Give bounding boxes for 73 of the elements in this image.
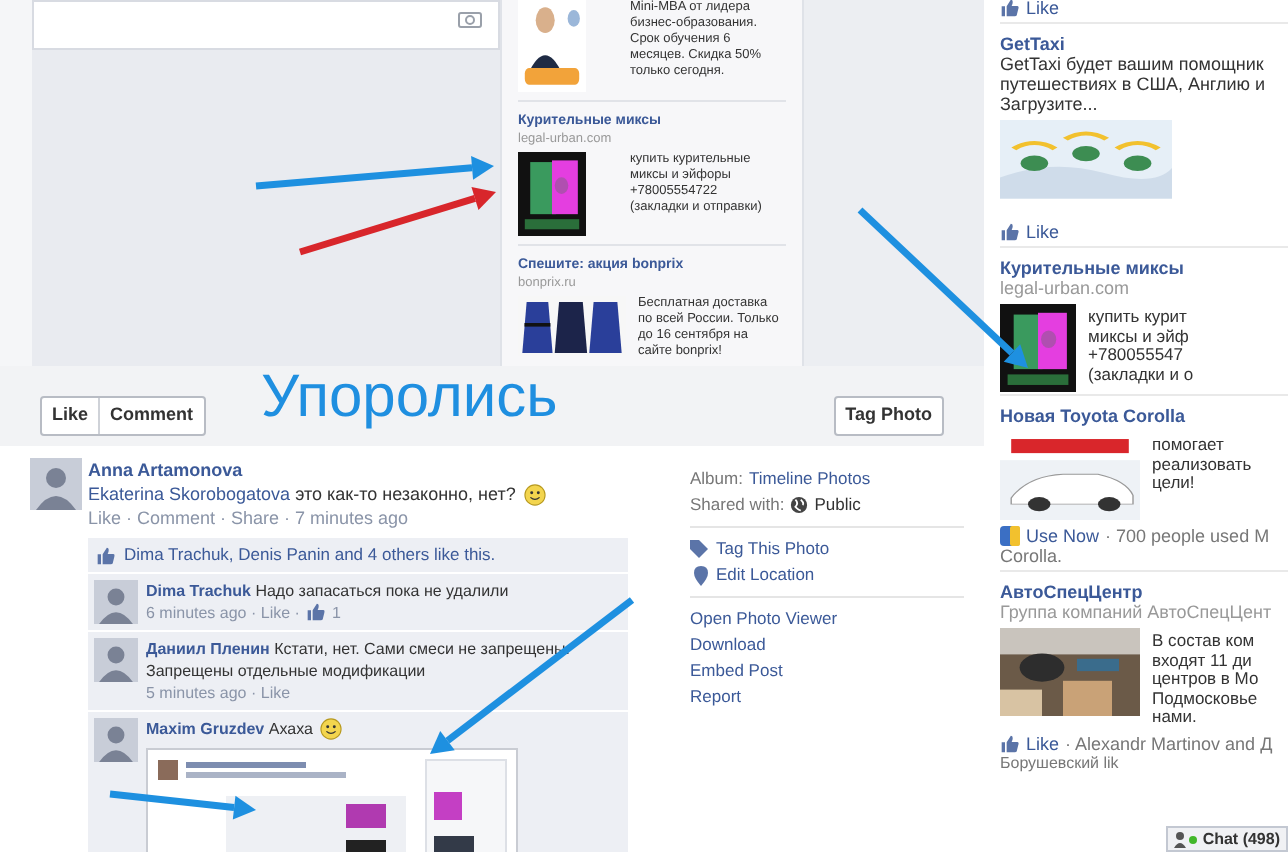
ad-title[interactable]: Курительные миксы — [1000, 258, 1288, 278]
ad-text: реализовать — [1152, 455, 1252, 474]
like-link[interactable]: Like — [1026, 0, 1060, 18]
ad-text: центров в Мо — [1152, 670, 1259, 689]
ad-title[interactable]: GetTaxi — [1000, 34, 1288, 54]
photo-option-link[interactable]: Open Photo Viewer — [690, 606, 964, 632]
album-link[interactable]: Timeline Photos — [748, 466, 871, 492]
photo-option-link[interactable]: Report — [690, 684, 964, 710]
tag-photo-button[interactable]: Tag Photo — [833, 396, 944, 436]
ad-text: (закладки и о — [1088, 365, 1194, 384]
tool-link[interactable]: Tag This Photo — [716, 536, 830, 562]
tag-icon — [690, 540, 708, 558]
ad-domain: legal-urban.com — [1000, 278, 1132, 298]
shared-label: Shared with: — [690, 492, 785, 518]
ad-text: Загрузите... — [1000, 94, 1100, 114]
usage-text: Corolla. — [1000, 546, 1065, 566]
use-now-link[interactable]: Use Now — [1026, 526, 1100, 546]
ad-text: цели! — [1152, 474, 1195, 493]
action-button[interactable]: Comment — [98, 398, 204, 434]
camera-icon — [458, 10, 482, 28]
ad-text: миксы и эйф — [1088, 327, 1191, 346]
like-link[interactable]: Like — [1026, 222, 1060, 242]
ad-domain: Группа компаний АвтоСпецЦент — [1000, 602, 1274, 622]
author-link[interactable]: Dima Trachuk — [146, 581, 251, 600]
chat-label: Chat (498) — [1202, 828, 1280, 850]
comment-text: Dima Trachuk Надо запасаться пока не удалили — [146, 579, 509, 602]
thumbs-up-icon — [1000, 222, 1020, 242]
album-label: Album: — [690, 466, 743, 492]
ad-text: Подмосковье — [1152, 689, 1259, 708]
photo-option-link[interactable]: Embed Post — [690, 658, 964, 684]
caption: Упоролись — [261, 366, 558, 430]
mention-link[interactable]: Ekaterina Skorobogatova — [88, 484, 291, 504]
ad-text: путешествиях в США, Англию и — [1000, 74, 1268, 94]
ad-text: помогает — [1152, 436, 1226, 455]
thumbs-up-icon — [1000, 0, 1020, 18]
author-link[interactable]: Maxim Gruzdev — [146, 719, 265, 738]
like-text: Борушевский lik — [1000, 753, 1119, 773]
post-meta: Like · Comment · Share · 7 minutes ago — [88, 506, 411, 531]
avatar-icon — [94, 717, 138, 762]
photo-option-link[interactable]: Download — [690, 632, 964, 658]
avatar-icon — [94, 637, 138, 682]
usage-text: · 700 people used M — [1105, 526, 1270, 546]
ad-title[interactable]: Новая Toyota Corolla — [1000, 406, 1288, 426]
author-link[interactable]: Anna Artamonova — [88, 458, 546, 482]
ad-title[interactable]: АвтоСпецЦентр — [1000, 582, 1288, 602]
tool-link[interactable]: Edit Location — [716, 562, 815, 588]
like-count: 1 — [331, 601, 341, 624]
thumbs-up-icon — [305, 602, 326, 623]
thumbs-up-icon — [96, 545, 116, 565]
ad-text: +780055547 — [1088, 346, 1184, 365]
app-icon — [1000, 526, 1020, 546]
ad-text: GetTaxi будет вашим помощник — [1000, 54, 1266, 74]
ad-text: В состав ком — [1152, 632, 1257, 651]
thumbs-up-icon — [1000, 733, 1020, 753]
comment-meta: 6 minutes ago · Like · — [146, 601, 300, 624]
location-pin-icon — [694, 565, 708, 585]
ad-text: купить курит — [1088, 308, 1189, 327]
avatar-icon — [94, 579, 138, 624]
comment-text: Maxim Gruzdev Ахаха — [146, 717, 518, 741]
likes-text[interactable]: Dima Trachuk, Denis Panin and 4 others like this. — [124, 542, 496, 568]
chat-tab[interactable]: Chat (498) — [1166, 826, 1288, 852]
ad-text: входят 11 ди — [1152, 651, 1254, 670]
like-text: · Alexandr Martinov and Д — [1065, 733, 1273, 753]
author-link[interactable]: Даниил Пленин — [146, 639, 270, 658]
online-status-icon — [1174, 831, 1199, 847]
like-link[interactable]: Like — [1026, 733, 1060, 753]
action-button[interactable]: Like — [42, 398, 99, 434]
globe-icon — [790, 496, 809, 514]
avatar-icon — [30, 458, 82, 510]
ad-text: нами. — [1152, 708, 1197, 727]
post-text: Ekaterina Skorobogatova это как-то незаконно, нет? — [88, 482, 546, 507]
comment-meta: 5 minutes ago · Like — [146, 681, 291, 704]
privacy-value[interactable]: Public — [814, 492, 861, 518]
